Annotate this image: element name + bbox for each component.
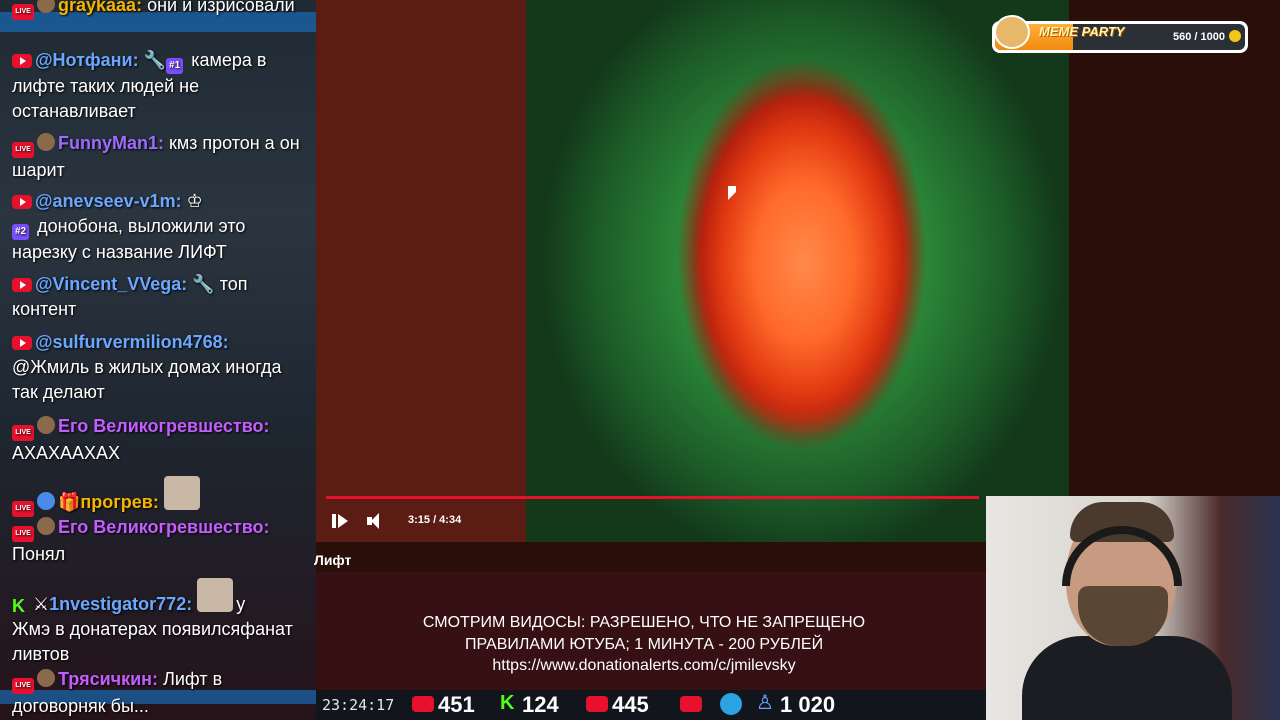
chat-username: 1nvestigator772: xyxy=(49,594,193,614)
volume-icon[interactable] xyxy=(366,512,384,530)
chat-text: АХАХААХАХ xyxy=(12,443,121,463)
user-icon: ♙ xyxy=(756,692,774,714)
chat-message: K ⚔1nvestigator772: у Жмэ в донатерах поя… xyxy=(12,578,308,667)
chat-panel: LIVE graykaaa: они и изрисовали @Нотфани:… xyxy=(0,0,316,720)
cat-emote-icon xyxy=(163,476,200,510)
video-frame[interactable] xyxy=(526,0,1069,542)
live-badge-icon: LIVE xyxy=(12,4,34,20)
chat-text: они и изрисовали xyxy=(147,0,295,15)
info-line: ПРАВИЛАМИ ЮТУБА; 1 МИНУТА - 200 РУБЛЕЙ xyxy=(464,636,824,653)
doge-icon xyxy=(994,15,1030,49)
live-badge-icon: LIVE xyxy=(12,425,34,441)
chat-text: у xyxy=(236,594,246,614)
wrench-icon: 🔧 xyxy=(143,50,167,70)
kick-icon: K xyxy=(500,692,515,714)
chat-username: прогрев: xyxy=(80,492,159,512)
player-controls: 3:15 / 4:34 xyxy=(316,500,986,542)
kick-icon: K xyxy=(12,596,25,616)
donation-link: https://www.donationalerts.com/c/jmilevs… xyxy=(492,657,796,674)
chat-text: Жмэ в донатерах появилсяфанат ливтов xyxy=(12,619,293,664)
stream-stats-bar: 23:24:17 451 K 124 445 ♙ 1 020 xyxy=(316,690,986,720)
youtube-icon xyxy=(680,696,702,712)
chat-message: LIVE graykaaa: они и изрисовали xyxy=(12,0,308,20)
play-pause-icon[interactable] xyxy=(330,512,348,530)
clock: 23:24:17 xyxy=(322,696,395,714)
meme-party-title: MEME PARTY xyxy=(1039,24,1125,39)
kick-viewer-count: 124 xyxy=(522,692,559,717)
avatar xyxy=(37,669,55,687)
avatar xyxy=(37,517,55,535)
rank-badge: #2 xyxy=(12,224,30,240)
youtube-icon xyxy=(12,336,32,350)
meme-party-count: 560 / 1000 xyxy=(1173,31,1225,43)
chat-message: @anevseev-v1m: ♔ #2 донобона, выложили э… xyxy=(12,189,308,265)
chat-message: LIVE Трясичкин: Лифт в договорняк бы... xyxy=(12,667,308,719)
avatar xyxy=(37,492,55,510)
live-viewer-count: 445 xyxy=(612,692,649,717)
avatar xyxy=(37,416,55,434)
mouse-cursor-icon xyxy=(728,186,736,200)
video-player[interactable] xyxy=(316,0,1069,542)
video-title: Лифт xyxy=(314,552,352,568)
chat-message: LIVE Его Великогревшество: Понял xyxy=(12,515,308,567)
chat-username: Его Великогревшество: xyxy=(58,517,270,537)
chat-username: @anevseev-v1m: xyxy=(35,191,182,211)
chat-message: LIVE Его Великогревшество: АХАХААХАХ xyxy=(12,414,308,466)
telegram-icon xyxy=(720,693,742,715)
chat-username: Трясичкин: xyxy=(58,669,159,689)
live-badge-icon: LIVE xyxy=(12,526,34,542)
youtube-icon xyxy=(12,195,32,209)
chat-username: @sulfurvermilion4768: xyxy=(35,332,229,352)
chat-username: graykaaa: xyxy=(58,0,143,15)
video-progress-bar[interactable] xyxy=(326,496,980,499)
youtube-icon xyxy=(412,696,434,712)
chat-text: Понял xyxy=(12,544,66,564)
live-badge-icon: LIVE xyxy=(12,142,34,158)
gift-icon: 🎁 xyxy=(58,492,81,512)
subscriber-count: 1 020 xyxy=(780,692,836,717)
sword-icon: ⚔ xyxy=(33,594,50,614)
chat-username: FunnyMan1: xyxy=(58,133,164,153)
chat-username: @Vincent_VVega: xyxy=(35,274,188,294)
chat-username: @Нотфани: xyxy=(35,50,139,70)
chat-message: @sulfurvermilion4768: @Жмиль в жилых дом… xyxy=(12,330,308,405)
crown-icon: ♔ xyxy=(186,191,203,211)
chat-username: Его Великогревшество: xyxy=(58,416,270,436)
chat-text: @Жмиль в жилых домах иногда так делают xyxy=(12,357,282,402)
meme-party-bar: MEME PARTY 560 / 1000 xyxy=(995,24,1245,50)
meme-party-widget: MEME PARTY 560 / 1000 xyxy=(992,15,1248,53)
youtube-viewer-count: 451 xyxy=(438,692,475,717)
wrench-icon: 🔧 xyxy=(192,274,215,294)
cat-emote-icon xyxy=(197,578,234,612)
chat-message: LIVE FunnyMan1: кмз протон а он шарит xyxy=(12,131,308,183)
info-line: СМОТРИМ ВИДОСЫ: РАЗРЕШЕНО, ЧТО НЕ ЗАПРЕЩ… xyxy=(422,614,866,631)
youtube-icon xyxy=(12,278,32,292)
rank-badge: #1 xyxy=(166,58,184,74)
avatar xyxy=(37,133,55,151)
chat-message: @Vincent_VVega: 🔧 топ контент xyxy=(12,272,308,322)
streamer-body xyxy=(1022,636,1232,720)
chat-message: LIVE 🎁прогрев: xyxy=(12,476,308,517)
chat-text: донобона, выложили это нарезку с названи… xyxy=(12,216,246,262)
youtube-icon xyxy=(12,54,32,68)
live-badge-icon: LIVE xyxy=(12,678,34,694)
coin-icon xyxy=(1229,30,1241,42)
video-time: 3:15 / 4:34 xyxy=(408,514,462,526)
webcam-feed xyxy=(986,496,1280,720)
avatar xyxy=(37,0,55,13)
chat-message: @Нотфани: 🔧 #1 камера в лифте таких людей… xyxy=(12,48,308,124)
live-icon xyxy=(586,696,608,712)
